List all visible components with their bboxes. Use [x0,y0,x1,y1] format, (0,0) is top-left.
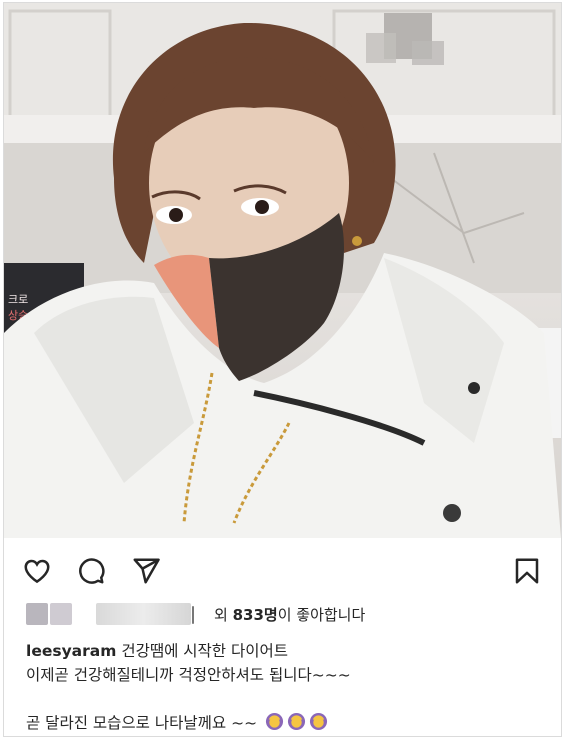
author-username[interactable]: leesyaram [26,642,116,660]
post-caption: leesyaram 건강땜에 시작한 다이어트 이제곧 건강해질테니까 걱정안하… [26,639,546,735]
liker-avatar-blurred[interactable] [26,603,48,625]
save-button[interactable] [512,556,542,586]
instagram-post: 크로 상승 락 이 [3,2,562,737]
person-emoji-icon [265,712,284,731]
share-button[interactable] [131,556,161,586]
likes-suffix: 이 좋아합니다 [277,606,366,624]
caption-text: 곧 달라진 모습으로 나타날께요 ~~ [26,714,258,732]
caption-text: 이제곧 건강해질테니까 걱정안하셔도 됩니다~~~ [26,666,351,684]
likes-text[interactable]: 외 833명이 좋아합니다 [214,603,365,627]
selfie-illustration: 크로 상승 락 이 [4,3,561,538]
share-icon [133,558,160,584]
likes-prefix: 외 [214,606,233,624]
caption-line: leesyaram 건강땜에 시작한 다이어트 [26,639,546,663]
person-emoji-icon [287,712,306,731]
person-emoji-icon [309,712,328,731]
likes-count: 833명 [232,606,278,624]
liker-name-blurred[interactable] [96,603,191,625]
bookmark-icon [515,558,539,584]
post-action-bar [4,538,561,598]
caption-line: 곧 달라진 모습으로 나타날께요 ~~ [26,711,546,735]
blur-divider [192,606,194,624]
comment-icon [79,558,105,584]
like-button[interactable] [22,556,52,586]
heart-icon [24,559,50,584]
svg-text:크로: 크로 [8,293,28,306]
comment-button[interactable] [76,556,106,586]
liker-avatar-blurred[interactable] [50,603,72,625]
caption-text: 건강땜에 시작한 다이어트 [116,642,289,660]
post-photo[interactable]: 크로 상승 락 이 [4,3,561,538]
